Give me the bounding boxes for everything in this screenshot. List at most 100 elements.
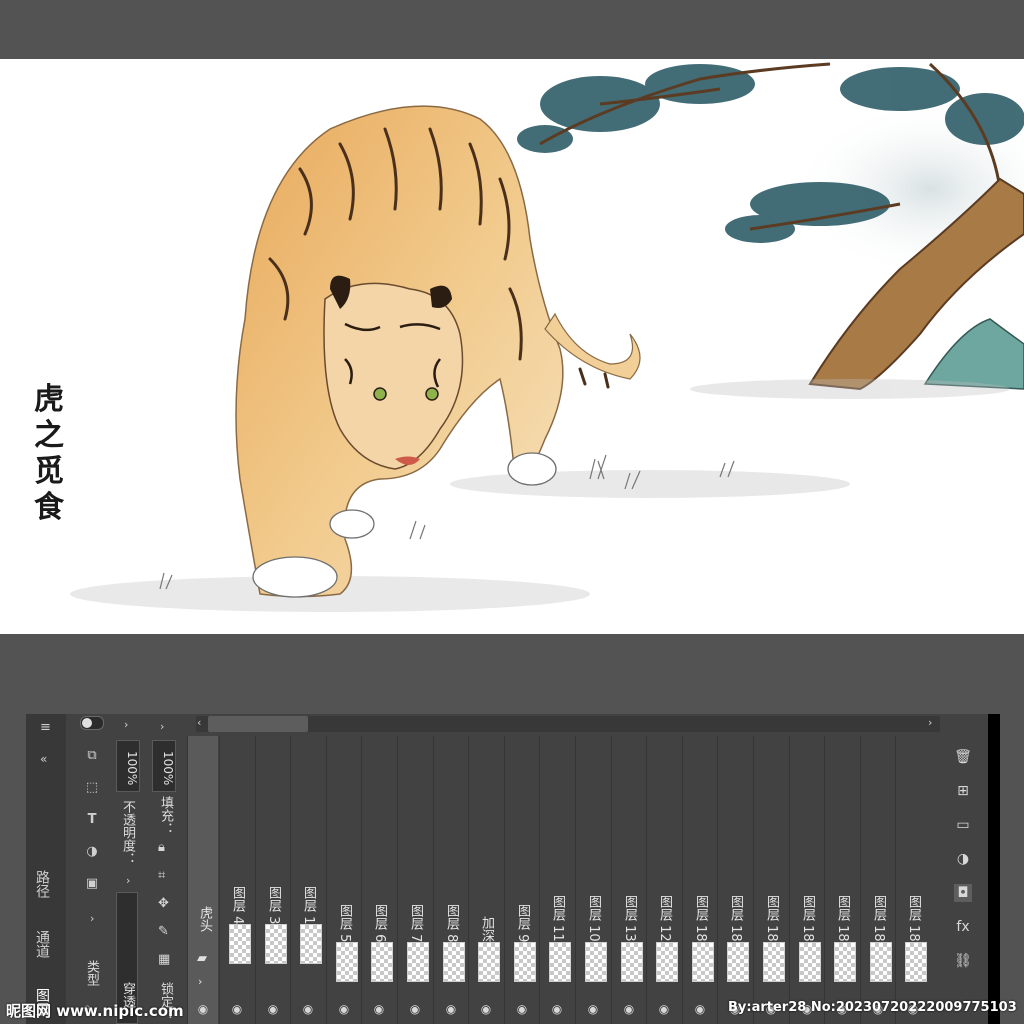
blend-mode-chevron-icon[interactable]: › (126, 874, 130, 887)
layer-name[interactable]: 图层 6 (370, 904, 389, 942)
lock-artboard-icon[interactable]: ⌗ (158, 868, 165, 883)
layer-thumbnail[interactable] (692, 942, 714, 982)
visibility-eye-icon[interactable]: ◉ (586, 1002, 600, 1016)
layer-row[interactable]: 图层 7 ◉ (397, 736, 433, 1024)
layer-name[interactable]: 图层 1 (299, 886, 318, 924)
layer-row[interactable]: 图层 10 ◉ (575, 736, 611, 1024)
tab-paths[interactable]: 路径 (32, 870, 52, 898)
layer-row[interactable]: 图层 5 ◉ (326, 736, 362, 1024)
filter-kind-label[interactable]: 类型 (82, 960, 101, 986)
collapse-panel-icon[interactable]: « (40, 752, 47, 766)
visibility-eye-icon[interactable]: ◉ (196, 1002, 210, 1016)
layer-thumbnail[interactable] (336, 942, 358, 982)
layer-thumbnail[interactable] (621, 942, 643, 982)
visibility-eye-icon[interactable]: ◉ (301, 1002, 315, 1016)
new-adjustment-layer-icon[interactable]: ◑ (954, 850, 972, 868)
add-mask-icon[interactable]: ◘ (954, 884, 972, 902)
layer-name[interactable]: 图层 9 (513, 904, 532, 942)
layer-name[interactable]: 图层 4 (228, 886, 247, 924)
layer-row[interactable]: 图层 11 ◉ (539, 736, 575, 1024)
layer-name[interactable]: 图层 7 (406, 904, 425, 942)
layer-row[interactable]: 图层 18 ◉ (860, 736, 896, 1024)
layer-thumbnail[interactable] (799, 942, 821, 982)
layer-row[interactable]: 图层 18 ◉ (682, 736, 718, 1024)
visibility-eye-icon[interactable]: ◉ (337, 1002, 351, 1016)
fill-input[interactable]: 100% (152, 740, 176, 792)
layer-row[interactable]: 图层 1 ◉ (290, 736, 326, 1024)
layer-name[interactable]: 图层 18 (833, 895, 852, 942)
layer-row[interactable]: 图层 18 ◉ (789, 736, 825, 1024)
layer-thumbnail[interactable] (905, 942, 927, 982)
opacity-chevron-icon[interactable]: › (124, 718, 128, 731)
lock-transparent-pixels-icon[interactable]: ▦ (158, 952, 170, 967)
layer-row[interactable]: 图层 9 ◉ (504, 736, 540, 1024)
group-name[interactable]: 虎头 (195, 906, 214, 932)
layer-row[interactable]: 图层 4 ◉ (219, 736, 255, 1024)
scrollbar-thumb[interactable] (208, 716, 308, 732)
layer-row[interactable]: 图层 18 ◉ (824, 736, 860, 1024)
visibility-eye-icon[interactable]: ◉ (372, 1002, 386, 1016)
opacity-input[interactable]: 100% (116, 740, 140, 792)
delete-layer-icon[interactable]: 🗑︎ (954, 748, 972, 766)
visibility-eye-icon[interactable]: ◉ (693, 1002, 707, 1016)
layer-thumbnail[interactable] (229, 924, 251, 964)
layer-name[interactable]: 加深 (477, 916, 496, 942)
visibility-eye-icon[interactable]: ◉ (230, 1002, 244, 1016)
layer-name[interactable]: 图层 13 (620, 895, 639, 942)
layer-thumbnail[interactable] (549, 942, 571, 982)
panel-menu-icon[interactable]: ≡ (40, 720, 51, 735)
layer-style-icon[interactable]: fx (954, 918, 972, 936)
layer-name[interactable]: 图层 18 (869, 895, 888, 942)
layer-name[interactable]: 图层 8 (442, 904, 461, 942)
layer-name[interactable]: 图层 18 (726, 895, 745, 942)
lock-image-pixels-icon[interactable]: ✎ (158, 924, 169, 939)
lock-position-icon[interactable]: ✥ (158, 896, 169, 911)
visibility-eye-icon[interactable]: ◉ (266, 1002, 280, 1016)
layer-thumbnail[interactable] (443, 942, 465, 982)
visibility-eye-icon[interactable]: ◉ (408, 1002, 422, 1016)
layer-name[interactable]: 图层 18 (904, 895, 923, 942)
layer-name[interactable]: 图层 3 (264, 886, 283, 924)
fill-chevron-icon[interactable]: › (160, 720, 164, 733)
layer-thumbnail[interactable] (727, 942, 749, 982)
layer-thumbnail[interactable] (300, 924, 322, 964)
new-group-icon[interactable]: ▭ (954, 816, 972, 834)
smart-object-filter-icon[interactable]: ⧉ (84, 748, 100, 764)
tab-channels[interactable]: 通道 (32, 930, 52, 958)
layer-name[interactable]: 图层 11 (548, 895, 567, 942)
layer-thumbnail[interactable] (763, 942, 785, 982)
type-filter-icon[interactable]: T (84, 812, 100, 828)
layer-row[interactable]: 加深 ◉ (468, 736, 504, 1024)
layer-group-row[interactable]: 虎头 ▰ › ◉ (187, 736, 218, 1024)
visibility-eye-icon[interactable]: ◉ (657, 1002, 671, 1016)
expand-chevron-icon[interactable]: › (198, 975, 202, 988)
layer-row[interactable]: 图层 18 ◉ (717, 736, 753, 1024)
layer-name[interactable]: 图层 18 (798, 895, 817, 942)
shape-filter-icon[interactable]: ⬚ (84, 780, 100, 796)
visibility-eye-icon[interactable]: ◉ (550, 1002, 564, 1016)
layer-thumbnail[interactable] (478, 942, 500, 982)
layer-thumbnail[interactable] (834, 942, 856, 982)
layer-thumbnail[interactable] (585, 942, 607, 982)
visibility-eye-icon[interactable]: ◉ (479, 1002, 493, 1016)
lock-all-icon[interactable]: 🔒︎ (158, 840, 165, 855)
scroll-left-icon[interactable]: ‹ (197, 716, 201, 729)
layer-name[interactable]: 图层 10 (584, 895, 603, 942)
layer-name[interactable]: 图层 12 (655, 895, 674, 942)
visibility-eye-icon[interactable]: ◉ (444, 1002, 458, 1016)
layer-row[interactable]: 图层 3 ◉ (255, 736, 291, 1024)
filter-kind-chevron-icon[interactable]: › (90, 912, 94, 925)
pixel-filter-icon[interactable]: ▣ (84, 876, 100, 892)
layer-row[interactable]: 图层 18 ◉ (753, 736, 789, 1024)
layer-row[interactable]: 图层 12 ◉ (646, 736, 682, 1024)
layer-name[interactable]: 图层 18 (691, 895, 710, 942)
layer-thumbnail[interactable] (870, 942, 892, 982)
layer-row[interactable]: 图层 13 ◉ (611, 736, 647, 1024)
layer-row[interactable]: 图层 8 ◉ (433, 736, 469, 1024)
layer-thumbnail[interactable] (407, 942, 429, 982)
layer-name[interactable]: 图层 5 (335, 904, 354, 942)
layer-row[interactable]: 图层 6 ◉ (361, 736, 397, 1024)
layer-thumbnail[interactable] (656, 942, 678, 982)
document-canvas[interactable]: 虎 之 觅 食 (0, 59, 1024, 634)
new-layer-icon[interactable]: ⊞ (954, 782, 972, 800)
